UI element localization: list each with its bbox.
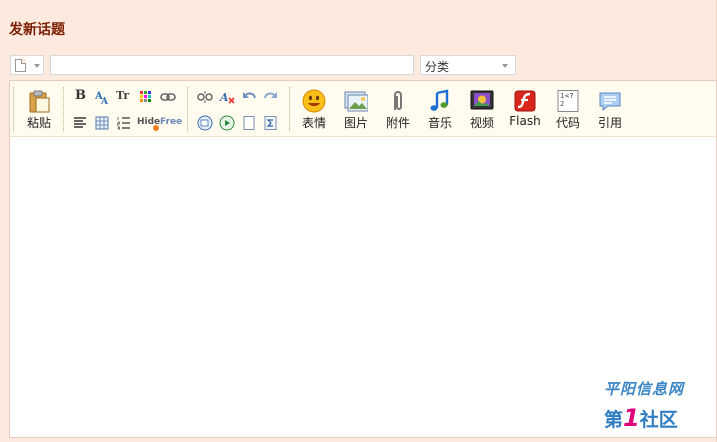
align-button[interactable] [71, 114, 89, 132]
list-button[interactable] [115, 114, 133, 132]
free-button[interactable]: Free [160, 114, 182, 132]
watermark-slogan: 第1社区 [604, 404, 678, 432]
link-icon [160, 93, 176, 101]
emoticon-button[interactable]: 表情 [296, 81, 332, 133]
watermark-number: 1 [623, 404, 640, 432]
color-grid-icon [140, 91, 151, 102]
remove-format-button[interactable]: A [218, 88, 236, 106]
toolbar-separator [289, 87, 291, 131]
insert-circle-icon [197, 115, 213, 131]
bold-button[interactable]: B [71, 88, 89, 106]
music-note-icon [430, 89, 449, 111]
flash-label: Flash [509, 114, 541, 128]
paste-label: 粘贴 [26, 116, 51, 130]
link-button[interactable] [159, 88, 177, 106]
video-label: 视频 [469, 116, 494, 130]
code-label: 代码 [555, 116, 580, 130]
svg-text:2: 2 [560, 100, 564, 108]
image-button[interactable]: 图片 [338, 81, 374, 133]
unlink-icon [197, 91, 213, 103]
clipboard-icon [29, 90, 50, 113]
unlink-button[interactable] [196, 88, 214, 106]
clear-format-icon: A [219, 91, 235, 104]
emoticon-label: 表情 [301, 116, 326, 130]
smiley-icon [302, 89, 326, 113]
code-icon: 1 2 <? [557, 90, 579, 112]
post-type-select[interactable] [10, 55, 44, 75]
sigma-icon [264, 116, 277, 130]
free-icon: Free [160, 117, 183, 127]
subject-input[interactable] [50, 55, 414, 75]
hide-badge-icon [153, 125, 159, 131]
site-watermark: 平阳信息网 第1社区 [604, 378, 714, 438]
color-palette-button[interactable] [137, 88, 155, 106]
document-icon [15, 59, 26, 72]
quote-label: 引用 [597, 116, 622, 130]
image-label: 图片 [343, 116, 368, 130]
toolbar-separator [63, 87, 65, 131]
align-left-icon [74, 117, 86, 128]
category-select[interactable]: 分类 [420, 55, 516, 75]
font-color-icon: A A [94, 91, 109, 105]
toolbar-separator [187, 87, 189, 131]
paperclip-icon [394, 91, 402, 110]
page-frame: 发新话题 分类 粘贴 B A A Tr Hide Free A 表情 图片 附件… [0, 0, 717, 442]
undo-icon [243, 92, 256, 99]
chevron-down-icon [502, 64, 508, 68]
font-size-button[interactable]: Tr [115, 88, 133, 106]
svg-text:1: 1 [560, 92, 564, 100]
picture-icon [344, 91, 368, 112]
music-label: 音乐 [427, 116, 452, 130]
watermark-site-name: 平阳信息网 [604, 380, 685, 398]
page-icon [243, 116, 255, 130]
toolbar-separator [13, 87, 15, 131]
insert-button[interactable] [196, 114, 214, 132]
page-title: 发新话题 [9, 22, 65, 38]
flash-icon [514, 90, 536, 112]
page-button[interactable] [240, 114, 258, 132]
attachment-button[interactable]: 附件 [380, 81, 416, 133]
undo-button[interactable] [240, 88, 258, 106]
code-button[interactable]: 1 2 <? 代码 [550, 81, 586, 133]
play-circle-icon [219, 115, 235, 131]
bold-icon: B [75, 88, 86, 103]
table-icon [95, 116, 109, 130]
quote-bubble-icon [599, 92, 621, 112]
redo-button[interactable] [262, 88, 280, 106]
watermark-suffix: 社区 [639, 409, 678, 431]
paste-button[interactable]: 粘贴 [22, 81, 56, 133]
quote-button[interactable]: 引用 [592, 81, 628, 133]
font-size-icon: Tr [116, 89, 130, 102]
video-icon [470, 90, 494, 110]
watermark-prefix: 第 [604, 409, 624, 431]
attachment-label: 附件 [385, 116, 410, 130]
numbered-list-icon [117, 117, 130, 130]
svg-text:A: A [100, 97, 109, 105]
table-button[interactable] [93, 114, 111, 132]
music-button[interactable]: 音乐 [422, 81, 458, 133]
chevron-down-icon [34, 64, 40, 68]
category-selected-value: 分类 [425, 60, 450, 74]
hide-button[interactable]: Hide [137, 114, 160, 132]
formula-button[interactable] [262, 114, 280, 132]
media-button[interactable] [218, 114, 236, 132]
flash-button[interactable]: Flash [506, 81, 544, 133]
editor-toolbar: 粘贴 B A A Tr Hide Free A 表情 图片 附件 音乐 视频 F… [10, 81, 716, 137]
redo-icon [264, 92, 277, 99]
svg-text:<?: <? [565, 92, 573, 100]
video-button[interactable]: 视频 [464, 81, 500, 133]
font-color-button[interactable]: A A [93, 88, 111, 106]
svg-text:A: A [219, 91, 229, 104]
